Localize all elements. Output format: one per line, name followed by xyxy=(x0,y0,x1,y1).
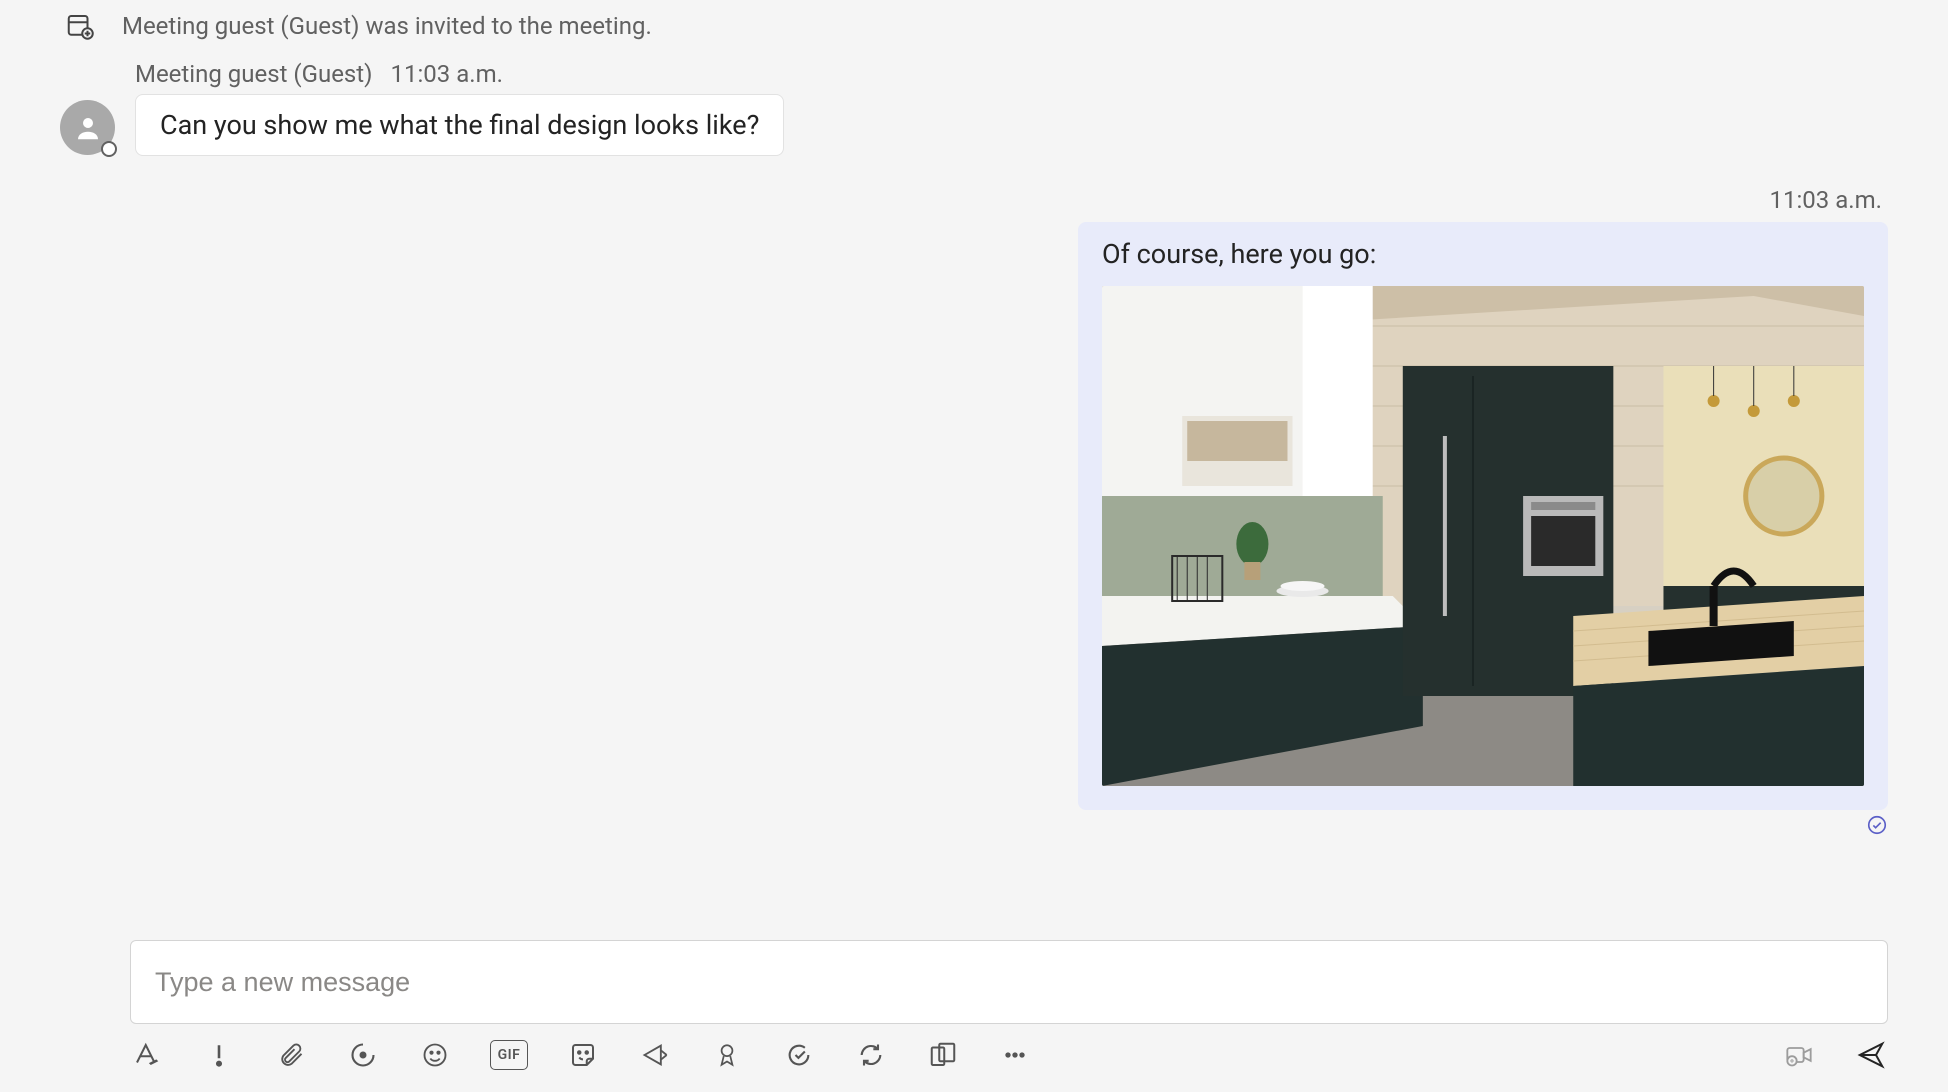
format-button[interactable] xyxy=(130,1038,164,1072)
loop-button[interactable] xyxy=(346,1038,380,1072)
more-options-button[interactable] xyxy=(998,1038,1032,1072)
compose-area: GIF xyxy=(130,940,1888,1072)
chat-area: Meeting guest (Guest) was invited to the… xyxy=(0,0,1948,1092)
message-input[interactable] xyxy=(130,940,1888,1024)
incoming-message-row: Meeting guest (Guest) 11:03 a.m. Can you… xyxy=(60,60,1888,156)
system-event-row: Meeting guest (Guest) was invited to the… xyxy=(60,0,1888,60)
message-author: Meeting guest (Guest) xyxy=(135,60,373,88)
attach-button[interactable] xyxy=(274,1038,308,1072)
person-icon xyxy=(73,113,103,143)
approvals-button[interactable] xyxy=(782,1038,816,1072)
updates-button[interactable] xyxy=(854,1038,888,1072)
system-event-text: Meeting guest (Guest) was invited to the… xyxy=(122,12,652,40)
outgoing-message-row: 11:03 a.m. Of course, here you go: xyxy=(60,186,1888,840)
presence-indicator xyxy=(101,141,117,157)
compose-toolbar: GIF xyxy=(130,1038,1888,1072)
actions-button[interactable] xyxy=(638,1038,672,1072)
emoji-button[interactable] xyxy=(418,1038,452,1072)
attached-image[interactable] xyxy=(1102,286,1864,786)
apps-button[interactable] xyxy=(926,1038,960,1072)
outgoing-message-body: Of course, here you go: xyxy=(1102,238,1864,270)
send-button[interactable] xyxy=(1854,1038,1888,1072)
kitchen-illustration xyxy=(1102,286,1864,786)
sticker-button[interactable] xyxy=(566,1038,600,1072)
calendar-add-icon xyxy=(60,6,100,46)
outgoing-message-time: 11:03 a.m. xyxy=(1770,186,1888,214)
outgoing-message-bubble[interactable]: Of course, here you go: xyxy=(1078,222,1888,810)
message-time: 11:03 a.m. xyxy=(391,60,503,88)
praise-button[interactable] xyxy=(710,1038,744,1072)
read-receipt-icon xyxy=(1866,814,1888,840)
video-clip-button[interactable] xyxy=(1782,1038,1816,1072)
incoming-message-bubble[interactable]: Can you show me what the final design lo… xyxy=(135,94,784,156)
priority-button[interactable] xyxy=(202,1038,236,1072)
avatar-guest[interactable] xyxy=(60,100,115,155)
incoming-message-body: Can you show me what the final design lo… xyxy=(160,109,759,141)
gif-button[interactable]: GIF xyxy=(490,1040,528,1070)
